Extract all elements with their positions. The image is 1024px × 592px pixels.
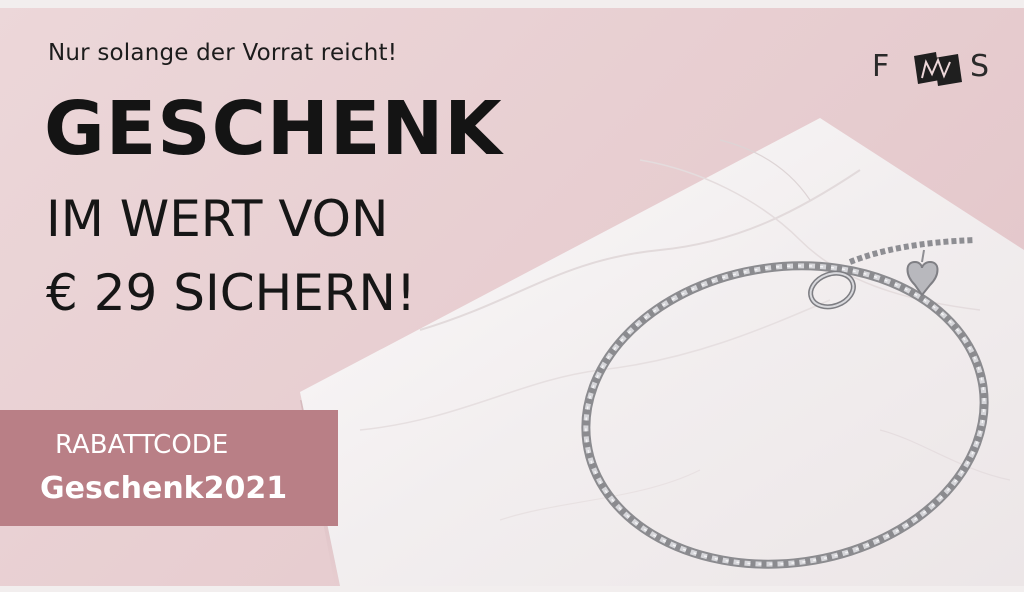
logo-letter-f: F [872, 49, 890, 84]
logo-letter-s: S [970, 49, 990, 84]
promo-subline-value: IM WERT VON [46, 190, 389, 248]
coupon-label: RABATTCODE [55, 430, 229, 460]
promo-subline-amount: € 29 SICHERN! [46, 264, 416, 322]
promo-headline: GESCHENK [44, 86, 503, 172]
promo-banner[interactable]: Nur solange der Vorrat reicht! GESCHENK … [0, 0, 1024, 592]
coupon-code: Geschenk2021 [40, 471, 288, 506]
promo-tagline: Nur solange der Vorrat reicht! [48, 40, 398, 66]
coupon-box [0, 410, 338, 526]
brand-mark-icon [914, 52, 962, 86]
brand-logo[interactable]: F S [872, 50, 1002, 90]
